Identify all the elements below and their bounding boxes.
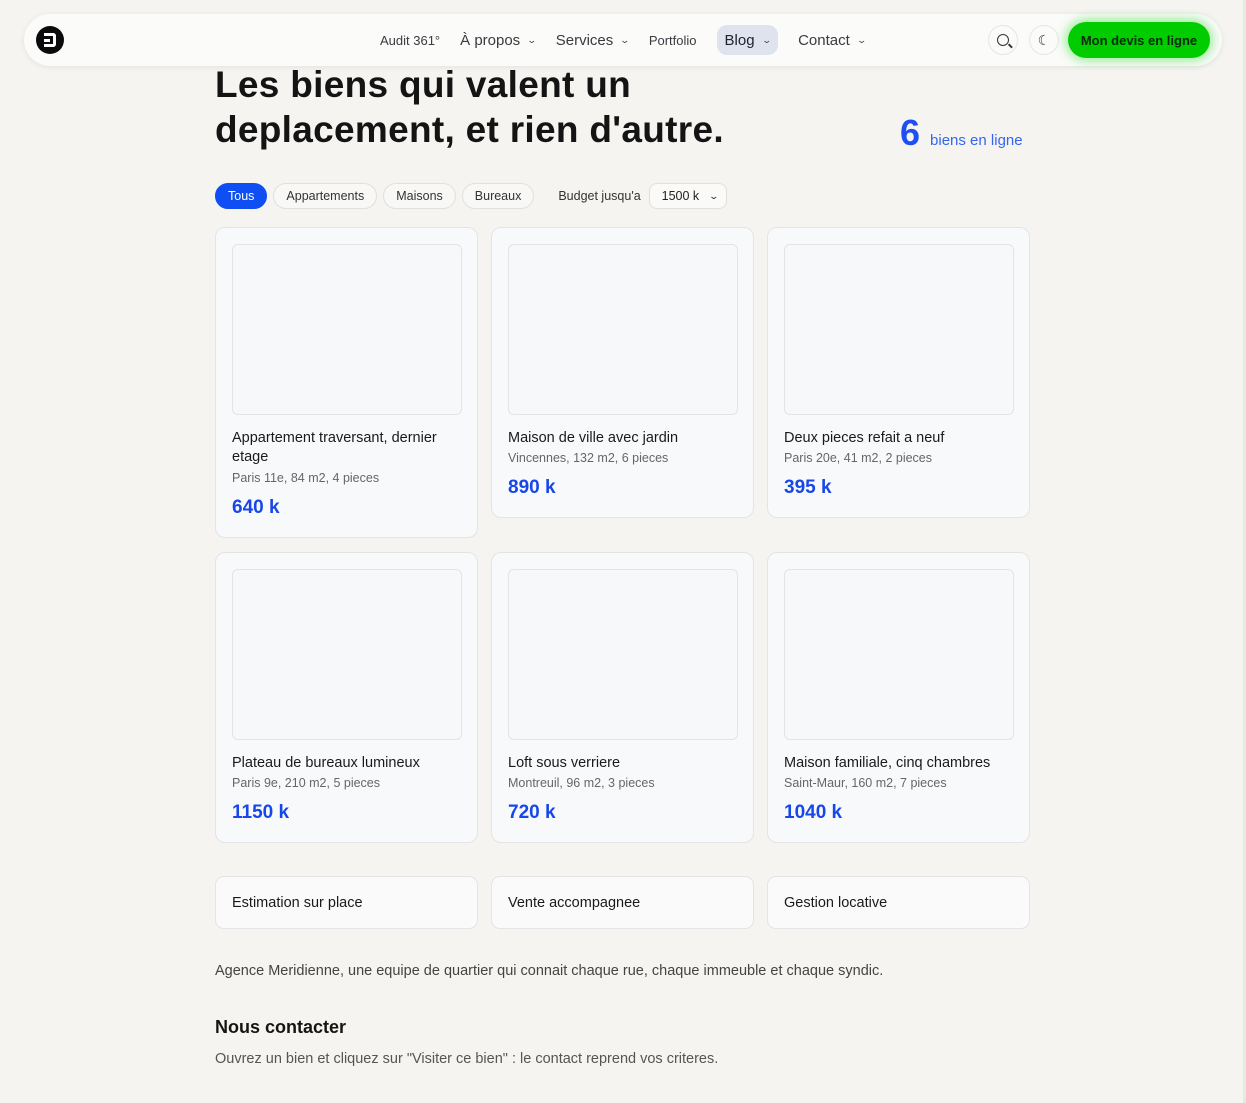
listing-meta: Paris 11e, 84 m2, 4 pieces xyxy=(232,471,380,485)
listing-card[interactable]: Loft sous verriere Montreuil, 96 m2, 3 p… xyxy=(491,552,754,843)
listing-title: Deux pieces refait a neuf xyxy=(784,430,945,446)
listing-image xyxy=(508,244,738,415)
nav-portfolio-label: Portfolio xyxy=(648,32,697,48)
listing-count-number: 6 xyxy=(900,112,921,153)
contact-text: Ouvrez un bien et cliquez sur "Visiter c… xyxy=(215,1051,719,1067)
listing-title: Maison de ville avec jardin xyxy=(508,430,679,446)
chevron-down-icon: ⌄ xyxy=(708,190,720,201)
logo-icon[interactable] xyxy=(36,26,64,54)
nav-contact[interactable]: Contact ⌄ xyxy=(798,25,867,55)
nav-services[interactable]: Services ⌄ xyxy=(555,25,631,55)
listing-price: 640 k xyxy=(232,497,280,518)
listing-title: Plateau de bureaux lumineux xyxy=(232,755,420,771)
listing-card[interactable]: Maison de ville avec jardin Vincennes, 1… xyxy=(491,227,754,518)
chevron-down-icon: ⌄ xyxy=(761,34,772,45)
listing-meta: Montreuil, 96 m2, 3 pieces xyxy=(508,776,655,790)
listing-image xyxy=(232,569,462,740)
listing-card[interactable]: Plateau de bureaux lumineux Paris 9e, 21… xyxy=(215,552,478,843)
listing-title: Loft sous verriere xyxy=(508,755,621,771)
listing-count-label: biens en ligne xyxy=(930,132,1023,149)
nav-portfolio[interactable]: Portfolio xyxy=(649,25,697,55)
listing-card[interactable]: Maison familiale, cinq chambres Saint-Ma… xyxy=(767,552,1030,843)
listing-meta: Paris 9e, 210 m2, 5 pieces xyxy=(232,776,380,790)
theme-toggle-button[interactable]: ☾ xyxy=(1029,25,1059,55)
chevron-down-icon: ⌄ xyxy=(856,34,867,45)
filter-chip-maisons[interactable]: Maisons xyxy=(383,183,456,209)
nav-audit-label: Audit 361° xyxy=(380,32,441,48)
nav-audit[interactable]: Audit 361° xyxy=(380,25,440,55)
nav-a-propos-label: À propos xyxy=(460,31,521,49)
service-gestion[interactable]: Gestion locative xyxy=(767,876,1030,929)
listing-price: 720 k xyxy=(508,802,556,823)
nav-services-label: Services xyxy=(555,31,614,49)
filter-bar: Tous Appartements Maisons Bureaux Budget… xyxy=(215,183,727,209)
listing-image xyxy=(508,569,738,740)
listing-image xyxy=(232,244,462,415)
online-quote-button[interactable]: Mon devis en ligne xyxy=(1068,22,1210,58)
main-menu: Audit 361° À propos ⌄ Services ⌄ Portfol… xyxy=(380,14,885,66)
nav-blog[interactable]: Blog ⌄ xyxy=(716,25,779,55)
nav-a-propos[interactable]: À propos ⌄ xyxy=(460,25,538,55)
top-navbar: Audit 361° À propos ⌄ Services ⌄ Portfol… xyxy=(24,14,1222,66)
listing-price: 1040 k xyxy=(784,802,843,823)
agency-description: Agence Meridienne, une equipe de quartie… xyxy=(215,963,884,979)
service-vente[interactable]: Vente accompagnee xyxy=(491,876,754,929)
listing-image xyxy=(784,569,1014,740)
listing-price: 890 k xyxy=(508,477,556,498)
nav-contact-label: Contact xyxy=(798,31,850,49)
contact-heading: Nous contacter xyxy=(215,1017,347,1037)
listing-meta: Saint-Maur, 160 m2, 7 pieces xyxy=(784,776,947,790)
chevron-down-icon: ⌄ xyxy=(619,34,631,45)
listing-price: 1150 k xyxy=(232,802,290,823)
chevron-down-icon: ⌄ xyxy=(526,34,538,45)
budget-select[interactable]: 1500 k ⌄ xyxy=(648,183,727,209)
listing-title: Appartement traversant, dernier etage xyxy=(232,430,437,465)
budget-label: Budget jusqu'a xyxy=(558,189,641,203)
nav-blog-label: Blog xyxy=(724,31,755,49)
listing-card[interactable]: Appartement traversant, dernier etage Pa… xyxy=(215,227,478,538)
moon-icon: ☾ xyxy=(1037,31,1051,48)
page-title-line-1: Les biens qui valent un xyxy=(215,64,632,105)
page-title: Les biens qui valent un deplacement, et … xyxy=(215,62,815,152)
filter-chip-tous[interactable]: Tous xyxy=(215,183,268,209)
page-title-line-2: deplacement, et rien d'autre. xyxy=(215,109,724,150)
listing-image xyxy=(784,244,1014,415)
listing-card[interactable]: Deux pieces refait a neuf Paris 20e, 41 … xyxy=(767,227,1030,518)
budget-value: 1500 k xyxy=(661,189,700,203)
filter-chip-bureaux[interactable]: Bureaux xyxy=(461,183,535,209)
listing-price: 395 k xyxy=(784,477,832,498)
filter-chip-appartements[interactable]: Appartements xyxy=(273,183,378,209)
listing-count: 6 biens en ligne xyxy=(900,112,1023,154)
search-button[interactable] xyxy=(988,25,1018,55)
listing-title: Maison familiale, cinq chambres xyxy=(784,755,991,771)
search-icon xyxy=(997,34,1009,46)
listing-meta: Vincennes, 132 m2, 6 pieces xyxy=(508,451,669,465)
listing-meta: Paris 20e, 41 m2, 2 pieces xyxy=(784,451,932,465)
service-estimation[interactable]: Estimation sur place xyxy=(215,876,478,929)
